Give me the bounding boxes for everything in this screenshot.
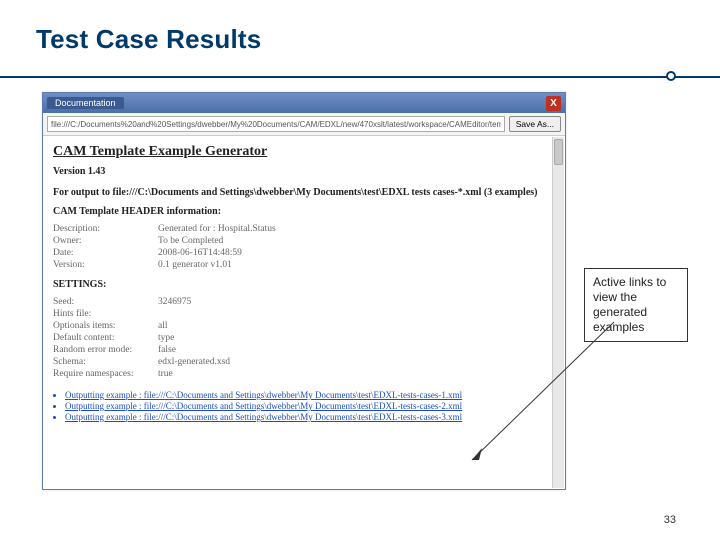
kv-key: Date:: [53, 247, 158, 259]
panel-address-bar: Save As...: [43, 113, 565, 136]
table-row: Owner:To be Completed: [53, 235, 282, 247]
kv-val: false: [158, 344, 236, 356]
title-rule-node: [666, 71, 676, 81]
panel-tab[interactable]: Documentation: [47, 97, 124, 109]
table-row: Optionals items:all: [53, 320, 236, 332]
table-row: Random error mode:false: [53, 344, 236, 356]
settings-table: Seed:3246975 Hints file: Optionals items…: [53, 296, 236, 380]
doc-output-line: For output to file:///C:\Documents and S…: [53, 187, 555, 198]
title-rule: [0, 76, 720, 78]
header-info-title: CAM Template HEADER information:: [53, 206, 555, 217]
doc-heading: CAM Template Example Generator: [53, 144, 555, 160]
table-row: Date:2008-06-16T14:48:59: [53, 247, 282, 259]
generated-link[interactable]: Outputting example : file:///C:\Document…: [65, 401, 555, 411]
kv-val: all: [158, 320, 236, 332]
kv-key: Optionals items:: [53, 320, 158, 332]
table-row: Description:Generated for : Hospital.Sta…: [53, 223, 282, 235]
page-number: 33: [664, 514, 676, 526]
kv-val: [158, 308, 236, 320]
doc-version: Version 1.43: [53, 166, 555, 177]
kv-key: Version:: [53, 259, 158, 271]
settings-title: SETTINGS:: [53, 279, 555, 290]
address-input[interactable]: [47, 116, 505, 132]
kv-val: Generated for : Hospital.Status: [158, 223, 282, 235]
header-info-table: Description:Generated for : Hospital.Sta…: [53, 223, 282, 271]
kv-val: 2008-06-16T14:48:59: [158, 247, 282, 259]
slide-title: Test Case Results: [36, 24, 684, 55]
kv-val: true: [158, 368, 236, 380]
kv-val: edxl-generated.xsd: [158, 356, 236, 368]
generated-link[interactable]: Outputting example : file:///C:\Document…: [65, 412, 555, 422]
generated-links-list: Outputting example : file:///C:\Document…: [65, 390, 555, 422]
kv-key: Seed:: [53, 296, 158, 308]
close-icon[interactable]: X: [546, 96, 561, 111]
table-row: Schema:edxl-generated.xsd: [53, 356, 236, 368]
table-row: Default content:type: [53, 332, 236, 344]
kv-key: Default content:: [53, 332, 158, 344]
save-as-button[interactable]: Save As...: [509, 116, 561, 132]
table-row: Version:0.1 generator v1.01: [53, 259, 282, 271]
panel-body: CAM Template Example Generator Version 1…: [43, 136, 565, 488]
generated-link[interactable]: Outputting example : file:///C:\Document…: [65, 390, 555, 400]
kv-key: Schema:: [53, 356, 158, 368]
kv-key: Random error mode:: [53, 344, 158, 356]
kv-key: Require namespaces:: [53, 368, 158, 380]
kv-val: 3246975: [158, 296, 236, 308]
table-row: Require namespaces:true: [53, 368, 236, 380]
table-row: Seed:3246975: [53, 296, 236, 308]
kv-key: Owner:: [53, 235, 158, 247]
kv-val: type: [158, 332, 236, 344]
documentation-panel: Documentation X Save As... CAM Template …: [42, 92, 566, 490]
kv-key: Hints file:: [53, 308, 158, 320]
callout-box: Active links to view the generated examp…: [584, 268, 688, 342]
kv-key: Description:: [53, 223, 158, 235]
panel-header: Documentation X: [43, 93, 565, 113]
table-row: Hints file:: [53, 308, 236, 320]
kv-val: 0.1 generator v1.01: [158, 259, 282, 271]
kv-val: To be Completed: [158, 235, 282, 247]
